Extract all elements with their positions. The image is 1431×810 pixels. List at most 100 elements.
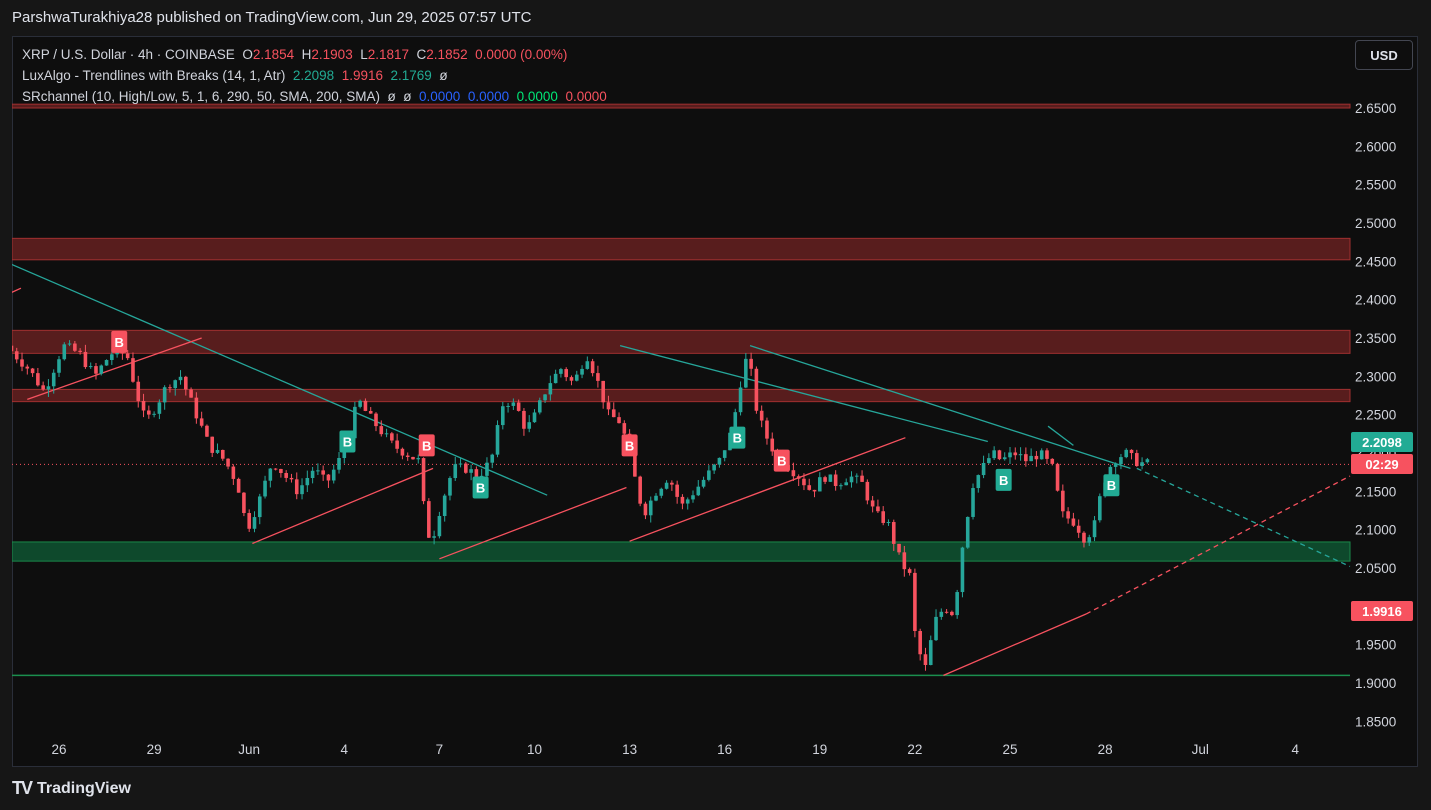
y-tick-7: 2.3000 xyxy=(1355,369,1396,384)
candle-body xyxy=(987,458,991,463)
candle-body xyxy=(617,417,621,424)
candle-body xyxy=(749,358,753,369)
candle-body xyxy=(516,402,521,411)
candle-108 xyxy=(580,365,584,379)
candle-body xyxy=(664,482,669,489)
candle-body xyxy=(152,413,156,415)
candle-body xyxy=(770,438,775,452)
candle-body xyxy=(754,368,759,411)
candle-body xyxy=(1071,518,1076,526)
signal-break-down-4: B xyxy=(621,434,638,457)
candle-body xyxy=(67,343,72,345)
price-chart[interactable]: B B B B B B B B B 2.6500 2.6000 2.5500 2.5000 2.4500… xyxy=(12,36,1418,767)
candle-body xyxy=(807,485,812,490)
candle-148 xyxy=(791,462,796,482)
candle-body xyxy=(458,463,463,465)
candle-177 xyxy=(944,609,949,614)
candle-191 xyxy=(1018,447,1023,461)
luxalgo-legend-row[interactable]: LuxAlgo - Trendlines with Breaks (14, 1,… xyxy=(22,65,607,86)
candle-body xyxy=(717,457,722,465)
candle-body xyxy=(965,516,970,548)
candle-48 xyxy=(263,475,267,499)
symbol-legend-row[interactable]: XRP / U.S. Dollar · 4h · COINBASE O2.185… xyxy=(22,44,607,65)
candle-body xyxy=(168,387,172,389)
candle-37 xyxy=(205,424,209,437)
candle-59 xyxy=(321,465,325,481)
candle-92 xyxy=(495,420,500,458)
x-tick-7: 16 xyxy=(717,742,732,757)
candle-144 xyxy=(770,432,775,456)
candle-110 xyxy=(590,358,595,377)
candle-body xyxy=(173,380,178,389)
candle-body xyxy=(680,496,685,504)
candle-142 xyxy=(759,405,764,428)
candle-body xyxy=(891,522,896,544)
candle-131 xyxy=(701,476,706,489)
open-value: 2.1854 xyxy=(252,47,295,62)
candle-98 xyxy=(527,415,532,433)
candle-body xyxy=(622,423,627,434)
y-tick-1: 2.6000 xyxy=(1355,139,1396,154)
candle-24 xyxy=(136,375,141,408)
tradingview-footer[interactable]: TV TradingView xyxy=(12,778,131,799)
candle-body xyxy=(448,478,452,496)
candle-106 xyxy=(569,375,574,386)
candle-body xyxy=(981,462,986,476)
srchannel-value-4: 0.0000 xyxy=(467,89,510,104)
candle-body xyxy=(606,402,611,410)
candle-body xyxy=(51,372,56,387)
candle-body xyxy=(1129,449,1134,454)
candle-body xyxy=(25,366,30,369)
candle-body xyxy=(1024,454,1028,462)
candle-189 xyxy=(1008,447,1012,464)
candle-body xyxy=(559,369,563,374)
candle-111 xyxy=(596,365,600,388)
candle-body xyxy=(1055,463,1060,491)
candle-body xyxy=(374,413,378,427)
candle-body xyxy=(495,425,500,455)
candle-41 xyxy=(226,458,230,470)
candle-body xyxy=(923,654,928,666)
candle-57 xyxy=(310,466,315,484)
lower-value-tag: 1.9916 xyxy=(1351,601,1413,621)
candle-body xyxy=(252,517,257,529)
candle-51 xyxy=(279,468,283,478)
candle-185 xyxy=(987,453,991,465)
candle-body xyxy=(1061,490,1065,512)
candle-201 xyxy=(1071,512,1076,527)
candle-body xyxy=(818,477,822,492)
signal-label: B xyxy=(733,431,742,446)
signal-label: B xyxy=(777,454,786,469)
signal-break-up-1: B xyxy=(339,430,356,453)
candle-body xyxy=(654,495,658,501)
candle-112 xyxy=(601,380,605,409)
candle-2 xyxy=(20,352,24,372)
candle-194 xyxy=(1034,451,1039,467)
candle-body xyxy=(300,485,304,495)
candle-180 xyxy=(960,546,965,598)
candle-62 xyxy=(337,451,341,474)
candle-125 xyxy=(670,480,674,491)
candle-body xyxy=(490,454,495,463)
candle-body xyxy=(950,611,954,616)
x-tick-3: 4 xyxy=(341,742,349,757)
candle-body xyxy=(331,469,336,481)
srchannel-legend-row[interactable]: SRchannel (10, High/Low, 5, 1, 6, 290, 5… xyxy=(22,86,607,107)
candle-body xyxy=(147,410,151,415)
candle-body xyxy=(997,450,1002,460)
x-tick-13: 4 xyxy=(1292,742,1300,757)
candle-body xyxy=(1145,459,1150,463)
candle-body xyxy=(685,499,690,504)
candle-134 xyxy=(717,457,722,468)
candle-body xyxy=(14,351,19,360)
candle-body xyxy=(1018,454,1023,456)
candle-body xyxy=(36,373,40,386)
signal-break-up-7: B xyxy=(995,468,1012,491)
candle-82 xyxy=(442,493,447,522)
srchannel-value-1: ø xyxy=(387,89,396,104)
currency-button[interactable]: USD xyxy=(1355,40,1413,70)
candle-195 xyxy=(1039,448,1044,460)
candle-body xyxy=(527,422,532,429)
x-tick-4: 7 xyxy=(436,742,444,757)
change-value: 0.0000 (0.00%) xyxy=(475,47,568,62)
